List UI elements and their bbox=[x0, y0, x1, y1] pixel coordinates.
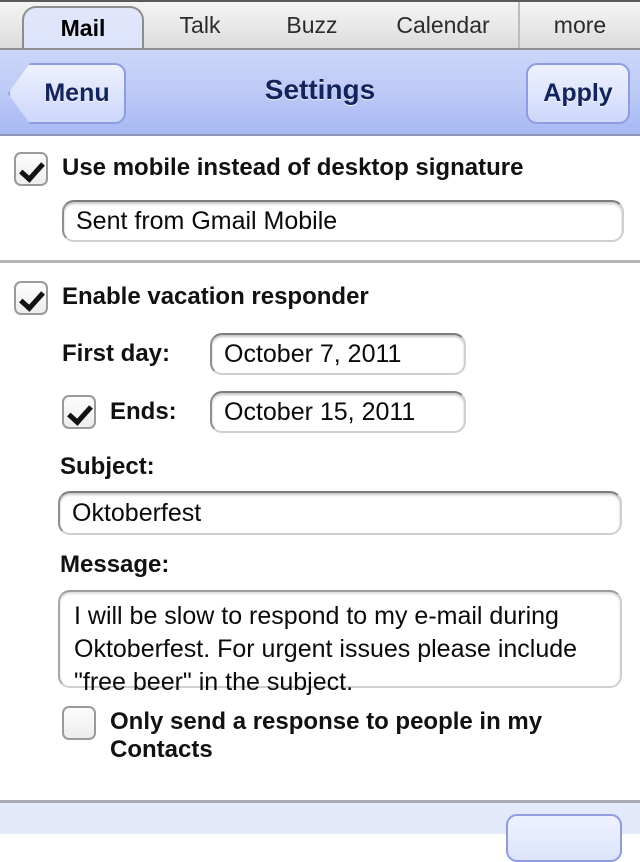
first-day-row: First day: October 7, 2011 bbox=[0, 315, 640, 375]
bottom-toolbar-button[interactable] bbox=[506, 814, 622, 862]
vacation-checkbox-row: Enable vacation responder bbox=[0, 263, 640, 315]
subject-label-row: Subject: bbox=[0, 433, 640, 481]
tab-talk[interactable]: Talk bbox=[144, 2, 256, 48]
message-input-row: I will be slow to respond to my e-mail d… bbox=[0, 580, 640, 696]
tab-talk-label: Talk bbox=[179, 11, 221, 38]
apply-button-label: Apply bbox=[543, 79, 613, 107]
first-day-input[interactable]: October 7, 2011 bbox=[210, 333, 466, 375]
bottom-toolbar bbox=[0, 800, 640, 862]
vacation-responder-section: Enable vacation responder First day: Oct… bbox=[0, 263, 640, 764]
apply-button[interactable]: Apply bbox=[526, 63, 630, 124]
tab-buzz-label: Buzz bbox=[286, 11, 338, 38]
enable-vacation-responder-checkbox[interactable] bbox=[14, 281, 48, 315]
tab-more[interactable]: more bbox=[518, 2, 640, 48]
use-mobile-signature-label: Use mobile instead of desktop signature bbox=[62, 154, 524, 181]
navigation-bar: Menu Settings Apply bbox=[0, 50, 640, 136]
message-textarea[interactable]: I will be slow to respond to my e-mail d… bbox=[58, 589, 622, 696]
tab-buzz[interactable]: Buzz bbox=[256, 2, 368, 48]
signature-section: Use mobile instead of desktop signature … bbox=[0, 136, 640, 260]
ends-label: Ends: bbox=[110, 397, 177, 425]
signature-input-row: Sent from Gmail Mobile bbox=[0, 186, 640, 260]
message-label: Message: bbox=[60, 551, 170, 579]
app-tab-bar: Mail Talk Buzz Calendar more bbox=[0, 0, 640, 50]
settings-content: Use mobile instead of desktop signature … bbox=[0, 136, 640, 765]
contacts-only-label: Only send a response to people in my Con… bbox=[110, 707, 543, 763]
first-day-label: First day: bbox=[62, 339, 171, 367]
signature-checkbox-row: Use mobile instead of desktop signature bbox=[0, 136, 640, 186]
contacts-only-row: Only send a response to people in my Con… bbox=[0, 688, 640, 765]
message-label-row: Message: bbox=[0, 535, 640, 579]
subject-input-row: Oktoberfest bbox=[0, 481, 640, 536]
ends-row: Ends: October 15, 2011 bbox=[0, 375, 640, 433]
signature-input[interactable]: Sent from Gmail Mobile bbox=[62, 200, 624, 242]
tab-mail-label: Mail bbox=[60, 14, 106, 41]
use-mobile-signature-checkbox[interactable] bbox=[14, 152, 48, 186]
tab-calendar[interactable]: Calendar bbox=[368, 2, 518, 48]
ends-checkbox[interactable] bbox=[62, 395, 96, 429]
ends-input[interactable]: October 15, 2011 bbox=[210, 391, 466, 433]
subject-label: Subject: bbox=[60, 453, 155, 480]
tab-calendar-label: Calendar bbox=[396, 11, 490, 38]
enable-vacation-responder-label: Enable vacation responder bbox=[62, 283, 369, 310]
subject-input[interactable]: Oktoberfest bbox=[58, 491, 622, 536]
tab-more-label: more bbox=[553, 11, 607, 38]
contacts-only-checkbox[interactable] bbox=[62, 705, 96, 740]
tab-mail[interactable]: Mail bbox=[22, 6, 144, 48]
